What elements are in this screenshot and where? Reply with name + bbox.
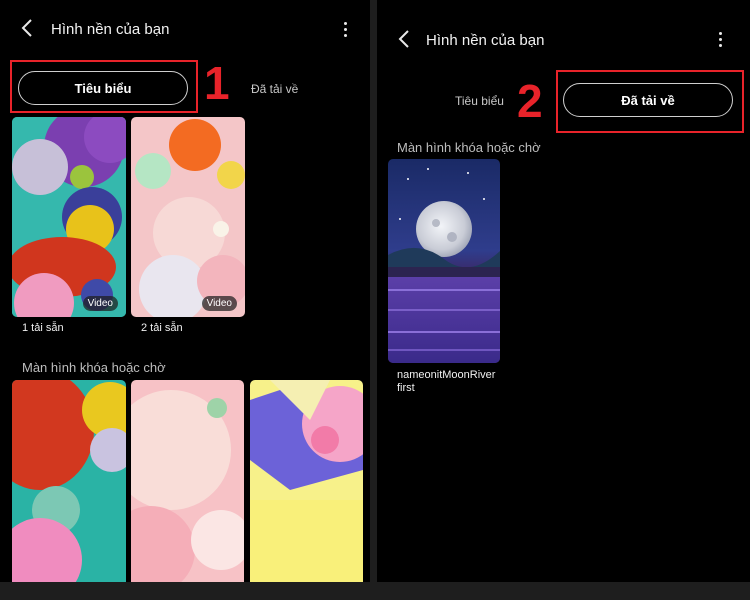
- more-vertical-icon[interactable]: [715, 30, 725, 50]
- section-title: Màn hình khóa hoặc chờ: [22, 360, 166, 375]
- tab-featured[interactable]: Tiêu biểu: [455, 94, 504, 108]
- page-title: Hình nền của bạn: [51, 21, 170, 38]
- wallpaper-thumbnail-1[interactable]: Video: [12, 117, 126, 317]
- lockscreen-thumbnail-3[interactable]: [250, 380, 363, 582]
- back-arrow-icon[interactable]: [20, 18, 40, 42]
- lockscreen-thumbnail-1[interactable]: [12, 380, 126, 582]
- back-arrow-icon[interactable]: [397, 29, 417, 53]
- video-badge: Video: [82, 296, 118, 311]
- downloaded-wallpaper-thumbnail[interactable]: [388, 159, 500, 363]
- wallpaper-caption-2: 2 tải sẵn: [141, 322, 183, 334]
- wallpaper-thumbnail-2[interactable]: Video: [131, 117, 245, 317]
- lockscreen-thumbnail-2[interactable]: [131, 380, 244, 582]
- downloaded-wallpaper-name: nameonitMoonRiverfirst: [397, 369, 496, 394]
- page-title: Hình nền của bạn: [426, 32, 545, 49]
- app-header: Hình nền của bạn: [377, 0, 750, 56]
- screen-divider: [370, 0, 377, 582]
- wallpaper-caption-1: 1 tải sẵn: [22, 322, 64, 334]
- tab-downloaded[interactable]: Đã tải về: [251, 82, 298, 96]
- tab-downloaded[interactable]: Đã tải về: [563, 83, 733, 117]
- video-badge: Video: [201, 296, 237, 311]
- step-number-1: 1: [204, 57, 230, 109]
- more-vertical-icon[interactable]: [340, 20, 350, 40]
- app-header: Hình nền của bạn: [0, 0, 370, 56]
- section-title: Màn hình khóa hoặc chờ: [397, 140, 541, 155]
- bottom-strip: [0, 582, 750, 600]
- step-number-2: 2: [517, 75, 543, 127]
- tab-featured[interactable]: Tiêu biểu: [18, 71, 188, 105]
- right-screen: Hình nền của bạn Tiêu biểu 2 Đã tải về M…: [377, 0, 750, 582]
- left-screen: Hình nền của bạn Tiêu biểu 1 Đã tải về V…: [0, 0, 370, 582]
